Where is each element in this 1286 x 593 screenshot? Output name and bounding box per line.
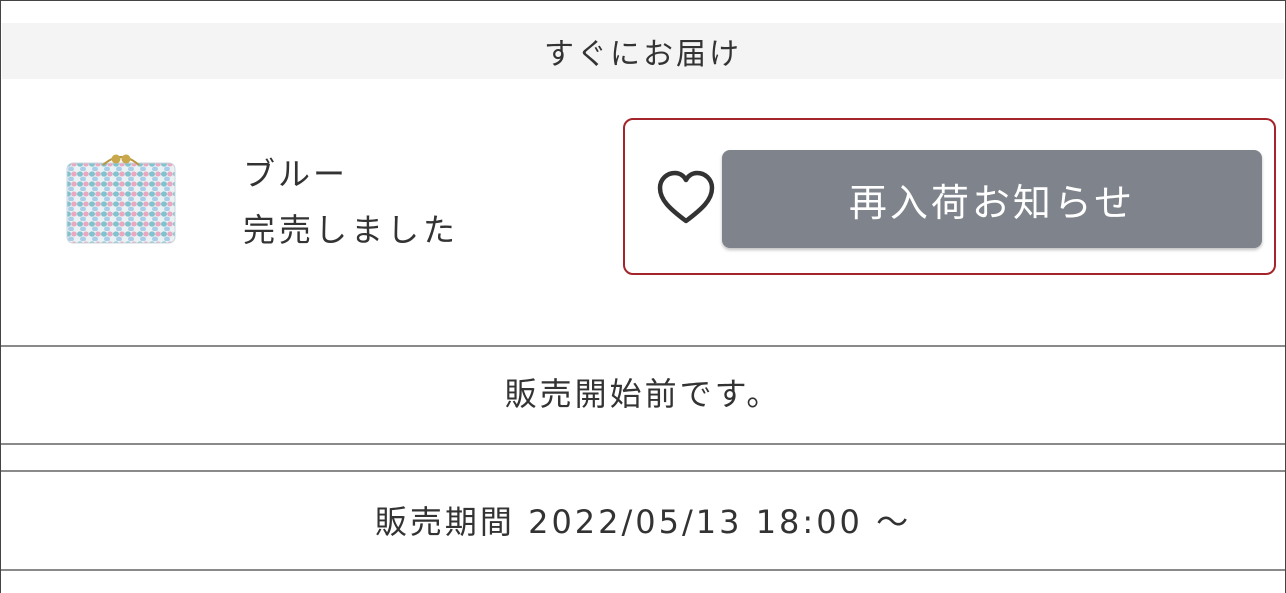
product-thumbnail bbox=[65, 151, 177, 245]
sale-period: 販売期間 2022/05/13 18:00 〜 bbox=[374, 503, 912, 541]
favorite-heart-shape bbox=[657, 170, 715, 224]
purse-image bbox=[66, 154, 176, 244]
before-sale-notice: 販売開始前です。 bbox=[504, 375, 782, 413]
delivery-header: すぐにお届け bbox=[2, 23, 1284, 79]
divider bbox=[1, 470, 1285, 472]
delivery-header-label: すぐにお届け bbox=[544, 37, 742, 72]
divider bbox=[1, 569, 1285, 571]
product-variant-panel: すぐにお届け ブルー 完売しました 再入荷お知らせ 販売開始前です。 販売期間 … bbox=[0, 0, 1286, 593]
variant-name: ブルー bbox=[243, 155, 349, 193]
restock-notify-button[interactable]: 再入荷お知らせ bbox=[722, 150, 1262, 248]
restock-notify-label: 再入荷お知らせ bbox=[848, 180, 1136, 225]
heart-icon[interactable] bbox=[656, 169, 716, 229]
divider bbox=[1, 443, 1285, 445]
divider bbox=[1, 345, 1285, 347]
sold-out-status: 完売しました bbox=[243, 211, 460, 249]
